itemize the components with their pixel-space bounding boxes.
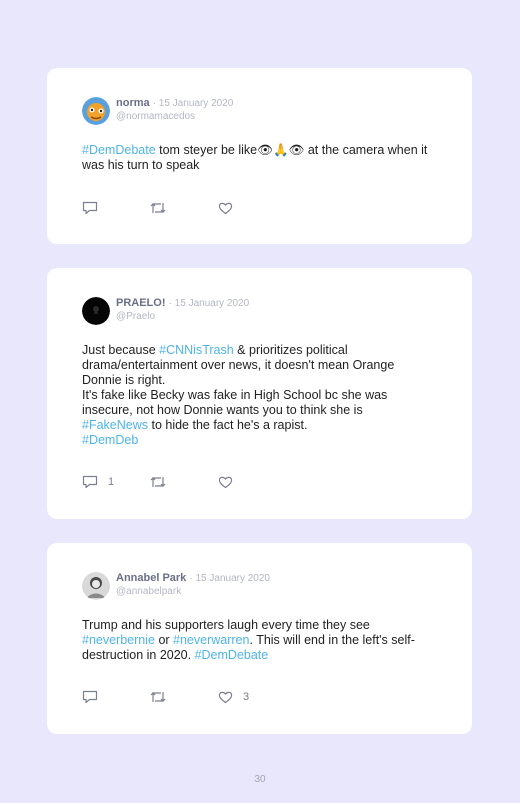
user-handle[interactable]: @normamacedos [116,110,233,123]
tweet-text: Trump and his supporters laugh every tim… [82,618,370,632]
avatar[interactable] [82,572,110,600]
retweet-icon [150,477,166,487]
hashtag-link[interactable]: #neverwarren [173,633,249,647]
tweet-date[interactable]: 15 January 2020 [175,298,250,309]
tweet-header: Annabel Park · 15 January 2020 @annabelp… [116,572,270,598]
avatar[interactable] [82,297,110,325]
like-icon [218,202,233,215]
like-button[interactable] [218,475,243,489]
tweet-actions: 3 [82,690,282,706]
reply-button[interactable] [82,201,108,215]
tweet-header: PRAELO! · 15 January 2020 @Praelo [116,297,250,323]
tweet-body: Just because #CNNisTrash & prioritizes p… [82,343,432,448]
like-button[interactable]: 3 [218,690,249,704]
tweet-actions: 1 [82,475,282,491]
like-count: 3 [243,691,250,703]
reply-icon [82,201,98,215]
tweet-body: #DemDebate tom steyer be like👁🙏👁 at the … [82,143,432,173]
hashtag-link[interactable]: #FakeNews [82,418,148,432]
retweet-icon [150,692,166,702]
tweet-card: PRAELO! · 15 January 2020 @Praelo Just b… [47,268,472,519]
reply-button[interactable]: 1 [82,475,114,489]
like-button[interactable] [218,201,243,215]
tweet-date[interactable]: 15 January 2020 [159,98,234,109]
tweet-text: or [154,633,174,647]
tweet-date[interactable]: 15 January 2020 [195,573,270,584]
tweet-card: norma · 15 January 2020 @normamacedos #D… [47,68,472,244]
hashtag-link[interactable]: #DemDebate [82,143,156,157]
retweet-button[interactable] [149,201,177,215]
tweet-text: It's fake like Becky was fake in High Sc… [82,388,388,417]
hashtag-link[interactable]: #DemDebate [195,648,269,662]
tweet-text: Just because [82,343,160,357]
retweet-button[interactable] [149,690,177,704]
tweet-card: Annabel Park · 15 January 2020 @annabelp… [47,543,472,734]
user-name[interactable]: Annabel Park [116,572,186,584]
like-icon [218,691,233,704]
reply-count: 1 [108,476,115,488]
user-handle[interactable]: @annabelpark [116,585,270,598]
tweet-actions [82,201,282,217]
reply-icon [82,475,98,489]
avatar[interactable] [82,97,110,125]
like-icon [218,476,233,489]
user-name[interactable]: norma [116,97,150,109]
page-number: 30 [254,774,266,785]
retweet-icon [150,203,166,213]
retweet-button[interactable] [149,475,177,489]
user-handle[interactable]: @Praelo [116,310,249,323]
tweet-text: to hide the fact he's a rapist. [148,418,308,432]
tweet-body: Trump and his supporters laugh every tim… [82,618,432,663]
user-name[interactable]: PRAELO! [116,297,166,309]
hashtag-link[interactable]: #DemDeb [82,433,138,447]
hashtag-link[interactable]: #neverbernie [82,633,155,647]
hashtag-link[interactable]: #CNNisTrash [159,343,234,357]
reply-button[interactable] [82,690,108,704]
tweet-header: norma · 15 January 2020 @normamacedos [116,97,234,123]
reply-icon [82,690,98,704]
